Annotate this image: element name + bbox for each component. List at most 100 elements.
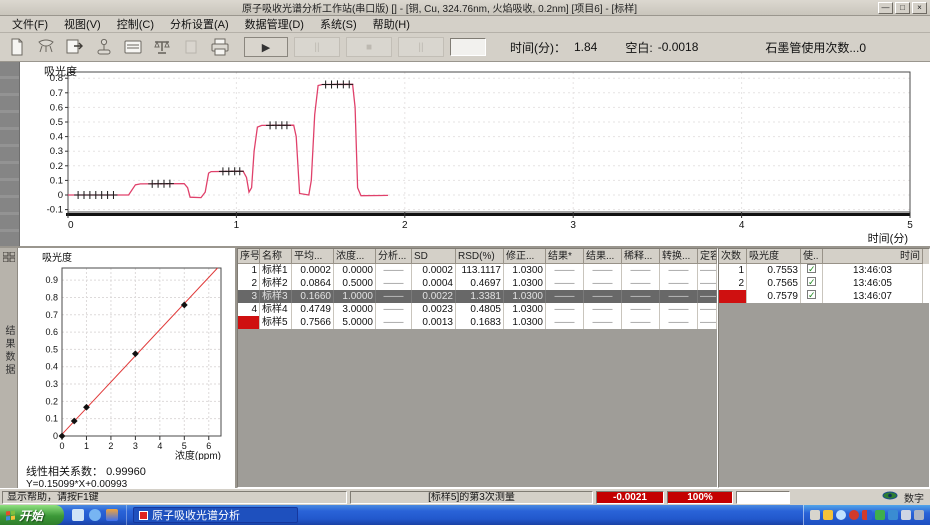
run-cell[interactable]: 0.7565	[747, 277, 801, 290]
table-cell[interactable]: ——	[376, 264, 412, 277]
help-tray-icon[interactable]	[823, 510, 833, 520]
table-cell[interactable]	[238, 316, 260, 329]
column-header[interactable]: 结果...	[584, 249, 622, 264]
table-cell[interactable]: 0.0013	[412, 316, 456, 329]
menu-item[interactable]: 文件(F)	[4, 15, 56, 33]
volume-tray-icon[interactable]	[914, 510, 924, 520]
table-cell[interactable]: ——	[376, 316, 412, 329]
signal-side-toolbar[interactable]	[0, 62, 20, 246]
table-cell[interactable]: ——	[660, 290, 698, 303]
column-header[interactable]: 定容...	[698, 249, 717, 264]
table-cell[interactable]: ——	[546, 264, 584, 277]
column-header[interactable]: 结果*	[546, 249, 584, 264]
column-header[interactable]: 序号	[238, 249, 260, 264]
run-cell[interactable]	[719, 290, 747, 303]
table-cell[interactable]: ——	[698, 290, 717, 303]
table-cell[interactable]: 1.0300	[504, 277, 546, 290]
table-cell[interactable]: ——	[660, 303, 698, 316]
run-cell[interactable]: 1	[719, 264, 747, 277]
print-button[interactable]	[207, 35, 233, 59]
table-cell[interactable]: ——	[622, 316, 660, 329]
table-cell[interactable]: 0.0000	[334, 264, 376, 277]
column-header[interactable]: 浓度...	[334, 249, 376, 264]
show-desktop-icon[interactable]	[72, 509, 84, 521]
column-header[interactable]: 时间	[823, 249, 923, 264]
network-tray-icon[interactable]	[888, 510, 898, 520]
column-header[interactable]: 修正...	[504, 249, 546, 264]
run-cell[interactable]: 2	[719, 277, 747, 290]
table-cell[interactable]: ——	[698, 277, 717, 290]
use-checkbox[interactable]: ✓	[807, 277, 816, 286]
table-cell[interactable]: 0.5000	[334, 277, 376, 290]
start-measure-button[interactable]: ▶	[244, 37, 288, 57]
column-header[interactable]: 稀释...	[622, 249, 660, 264]
menu-item[interactable]: 控制(C)	[109, 15, 162, 33]
table-cell[interactable]: ——	[584, 277, 622, 290]
run-cell[interactable]: ✓	[801, 290, 823, 303]
table-cell[interactable]: ——	[584, 303, 622, 316]
export-button[interactable]	[62, 35, 88, 59]
table-row[interactable]: 标样50.75665.0000——0.00130.16831.0300—————…	[238, 316, 717, 329]
close-button[interactable]: ×	[912, 2, 927, 14]
table-cell[interactable]: 3	[238, 290, 260, 303]
table-cell[interactable]: ——	[660, 277, 698, 290]
column-header[interactable]: 平均...	[292, 249, 334, 264]
table-cell[interactable]: ——	[660, 316, 698, 329]
ignite-button[interactable]	[91, 35, 117, 59]
keyboard-tray-icon[interactable]	[810, 510, 820, 520]
table-cell[interactable]: 3.0000	[334, 303, 376, 316]
table-cell[interactable]: ——	[584, 316, 622, 329]
run-cell[interactable]: ✓	[801, 277, 823, 290]
run-cell[interactable]: 13:46:03	[823, 264, 923, 277]
table-cell[interactable]: 0.4805	[456, 303, 504, 316]
table-cell[interactable]: 标样2	[260, 277, 292, 290]
ie-icon[interactable]	[89, 509, 101, 521]
messenger-tray-icon[interactable]	[836, 510, 846, 520]
table-cell[interactable]: 5.0000	[334, 316, 376, 329]
table-cell[interactable]: ——	[622, 290, 660, 303]
table-cell[interactable]: 标样1	[260, 264, 292, 277]
column-header[interactable]: 吸光度	[747, 249, 801, 264]
table-cell[interactable]: 0.1660	[292, 290, 334, 303]
table-cell[interactable]: 1.0300	[504, 303, 546, 316]
table-cell[interactable]: 标样5	[260, 316, 292, 329]
table-cell[interactable]: 1.0300	[504, 316, 546, 329]
run-cell[interactable]: 0.7553	[747, 264, 801, 277]
run-row[interactable]: 20.7565✓13:46:05	[719, 277, 929, 290]
use-checkbox[interactable]: ✓	[807, 290, 816, 299]
table-cell[interactable]: ——	[622, 264, 660, 277]
table-cell[interactable]: 标样4	[260, 303, 292, 316]
table-cell[interactable]: 0.0002	[412, 264, 456, 277]
display-tray-icon[interactable]	[901, 510, 911, 520]
table-row[interactable]: 3标样30.16601.0000——0.00221.33811.0300————…	[238, 290, 717, 303]
use-checkbox[interactable]: ✓	[807, 264, 816, 273]
start-button[interactable]: 开始	[0, 505, 64, 525]
table-cell[interactable]: ——	[584, 264, 622, 277]
table-cell[interactable]: 1.0300	[504, 290, 546, 303]
restore-button[interactable]: □	[895, 2, 910, 14]
table-cell[interactable]: 2	[238, 277, 260, 290]
table-cell[interactable]: ——	[622, 303, 660, 316]
table-cell[interactable]: 0.0002	[292, 264, 334, 277]
table-cell[interactable]: 0.7566	[292, 316, 334, 329]
column-header[interactable]: 次数	[719, 249, 747, 264]
run-row[interactable]: 10.7553 ✓ 13:46:03	[719, 264, 929, 277]
table-row[interactable]: 2标样20.08640.5000——0.00040.46971.0300————…	[238, 277, 717, 290]
security-shield-tray-icon[interactable]	[875, 510, 885, 520]
menu-item[interactable]: 系统(S)	[312, 15, 365, 33]
table-cell[interactable]: 1.3381	[456, 290, 504, 303]
media-player-icon[interactable]	[106, 509, 118, 521]
column-header[interactable]: SD	[412, 249, 456, 264]
menu-item[interactable]: 视图(V)	[56, 15, 109, 33]
table-cell[interactable]: 1.0300	[504, 264, 546, 277]
table-cell[interactable]: ——	[376, 290, 412, 303]
table-cell[interactable]: 0.0004	[412, 277, 456, 290]
minimize-button[interactable]: —	[878, 2, 893, 14]
menu-item[interactable]: 帮助(H)	[365, 15, 418, 33]
column-header[interactable]: 使..	[801, 249, 823, 264]
table-cell[interactable]: ——	[660, 264, 698, 277]
table-cell[interactable]: ——	[546, 290, 584, 303]
parameters-button[interactable]	[120, 35, 146, 59]
table-cell[interactable]: 1	[238, 264, 260, 277]
table-row[interactable]: 4标样40.47493.0000——0.00230.48051.0300————…	[238, 303, 717, 316]
